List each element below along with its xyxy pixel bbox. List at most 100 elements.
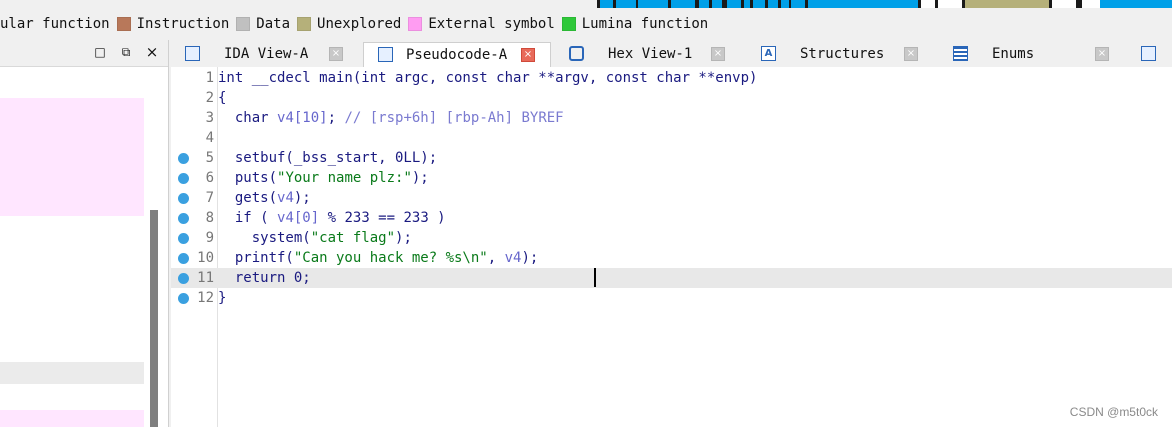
code-text[interactable]: printf("Can you hack me? %s\n", v4); <box>218 248 538 268</box>
unexplored-swatch <box>297 17 312 31</box>
code-line[interactable]: 5 setbuf(_bss_start, 0LL); <box>171 148 1172 168</box>
navigation-band[interactable] <box>597 0 1172 8</box>
breakpoint-dot-icon[interactable] <box>178 233 189 244</box>
maximize-icon[interactable]: □ <box>92 44 108 60</box>
tab-icon <box>1141 46 1156 61</box>
legend-label: Unexplored <box>317 16 402 32</box>
enums-icon <box>953 46 968 61</box>
breakpoint-dot-icon[interactable] <box>178 293 189 304</box>
line-number: 4 <box>205 130 214 146</box>
legend-item-regular-function: ular function <box>0 16 110 32</box>
nav-band-segment <box>965 0 1049 8</box>
code-text[interactable]: setbuf(_bss_start, 0LL); <box>218 148 437 168</box>
function-row-highlight[interactable] <box>0 410 144 427</box>
legend-label: ular function <box>0 16 110 32</box>
instruction-swatch <box>116 17 131 31</box>
code-line[interactable]: 12} <box>171 288 1172 308</box>
tab-label: IDA View-A <box>224 46 309 62</box>
code-text[interactable]: if ( v4[0] % 233 == 233 ) <box>218 208 446 228</box>
tab-label: Hex View-1 <box>608 46 693 62</box>
watermark: CSDN @m5t0ck <box>1069 405 1158 419</box>
tab-hex-view-1[interactable]: Hex View-1 × <box>555 42 735 67</box>
tab-label: Pseudocode-A <box>406 47 508 63</box>
tab-close-icon[interactable]: × <box>1095 47 1109 61</box>
tab-overflow[interactable] <box>1127 42 1172 67</box>
code-text[interactable]: char v4[10]; // [rsp+6h] [rbp-Ah] BYREF <box>218 108 564 128</box>
restore-icon[interactable]: ⧉ <box>118 44 134 60</box>
legend-item-lumina-function: Lumina function <box>561 16 708 32</box>
tab-close-icon[interactable]: × <box>521 48 535 62</box>
functions-pane-titlebar: □ ⧉ × <box>0 40 168 67</box>
line-number: 2 <box>205 90 214 106</box>
legend-item-instruction: Instruction <box>116 16 229 32</box>
tab-bar: IDA View-A × Pseudocode-A × Hex View-1 ×… <box>171 40 1172 67</box>
code-line[interactable]: 9 system("cat flag"); <box>171 228 1172 248</box>
line-number: 10 <box>197 250 214 266</box>
code-text[interactable]: system("cat flag"); <box>218 228 412 248</box>
hex-icon <box>569 46 584 61</box>
nav-band-segment <box>600 0 613 8</box>
code-text[interactable]: } <box>218 288 226 308</box>
nav-band-segment <box>921 0 935 8</box>
line-number: 5 <box>205 150 214 166</box>
nav-band-segment <box>671 0 695 8</box>
breakpoint-dot-icon[interactable] <box>178 153 189 164</box>
line-number: 6 <box>205 170 214 186</box>
legend-item-data: Data <box>236 16 290 32</box>
code-text[interactable]: gets(v4); <box>218 188 311 208</box>
nav-band-segment <box>828 0 918 8</box>
pseudocode-icon <box>378 47 393 62</box>
function-row-highlight[interactable] <box>0 98 144 216</box>
code-text[interactable]: return 0; <box>218 268 311 288</box>
code-line[interactable]: 8 if ( v4[0] % 233 == 233 ) <box>171 208 1172 228</box>
code-line[interactable]: 2{ <box>171 88 1172 108</box>
code-text[interactable]: int __cdecl main(int argc, const char **… <box>218 68 757 88</box>
tab-close-icon[interactable]: × <box>711 47 725 61</box>
code-line[interactable]: 10 printf("Can you hack me? %s\n", v4); <box>171 248 1172 268</box>
code-line[interactable]: 4 <box>171 128 1172 148</box>
vertical-scrollbar[interactable] <box>150 210 158 427</box>
breakpoint-dot-icon[interactable] <box>178 273 189 284</box>
nav-band-segment <box>768 0 778 8</box>
breakpoint-dot-icon[interactable] <box>178 213 189 224</box>
code-line[interactable]: 6 puts("Your name plz:"); <box>171 168 1172 188</box>
line-number: 12 <box>197 290 214 306</box>
legend-label: External symbol <box>428 16 555 32</box>
code-line[interactable]: 7 gets(v4); <box>171 188 1172 208</box>
code-line[interactable]: 1 int __cdecl main(int argc, const char *… <box>171 68 1172 88</box>
code-line[interactable]: 3 char v4[10]; // [rsp+6h] [rbp-Ah] BYRE… <box>171 108 1172 128</box>
listing-icon <box>185 46 200 61</box>
legend-items: ular function Instruction Data Unexplore… <box>0 14 715 34</box>
code-text[interactable]: puts("Your name plz:"); <box>218 168 429 188</box>
tab-label: Structures <box>800 46 885 62</box>
structures-icon: A <box>761 46 776 61</box>
legend-bar: ular function Instruction Data Unexplore… <box>0 0 1172 44</box>
nav-band-segment <box>1052 0 1076 8</box>
functions-pane[interactable]: □ ⧉ × <box>0 40 169 427</box>
tab-close-icon[interactable]: × <box>329 47 343 61</box>
external-symbol-swatch <box>408 17 423 31</box>
line-number: 1 <box>205 70 214 86</box>
close-icon[interactable]: × <box>144 44 160 60</box>
tab-structures[interactable]: A Structures × <box>747 42 931 67</box>
breakpoint-dot-icon[interactable] <box>178 253 189 264</box>
nav-band-segment <box>616 0 636 8</box>
line-number: 8 <box>205 210 214 226</box>
nav-band-segment <box>727 0 741 8</box>
tab-pseudocode-a[interactable]: Pseudocode-A × <box>363 42 551 67</box>
code-line[interactable]: 11 return 0; <box>171 268 1172 288</box>
legend-item-external-symbol: External symbol <box>408 16 555 32</box>
breakpoint-dot-icon[interactable] <box>178 193 189 204</box>
nav-band-segment <box>699 0 709 8</box>
breakpoint-dot-icon[interactable] <box>178 173 189 184</box>
pseudocode-view[interactable]: 1 int __cdecl main(int argc, const char *… <box>171 67 1172 427</box>
function-row-selected[interactable] <box>0 362 144 384</box>
tab-close-icon[interactable]: × <box>904 47 918 61</box>
legend-item-unexplored: Unexplored <box>297 16 401 32</box>
legend-label: Data <box>256 16 291 32</box>
code-text[interactable]: { <box>218 88 226 108</box>
text-caret <box>594 268 596 287</box>
tab-ida-view-a[interactable]: IDA View-A × <box>171 42 353 67</box>
tab-label: Enums <box>992 46 1035 62</box>
tab-enums[interactable]: Enums × <box>939 42 1119 67</box>
